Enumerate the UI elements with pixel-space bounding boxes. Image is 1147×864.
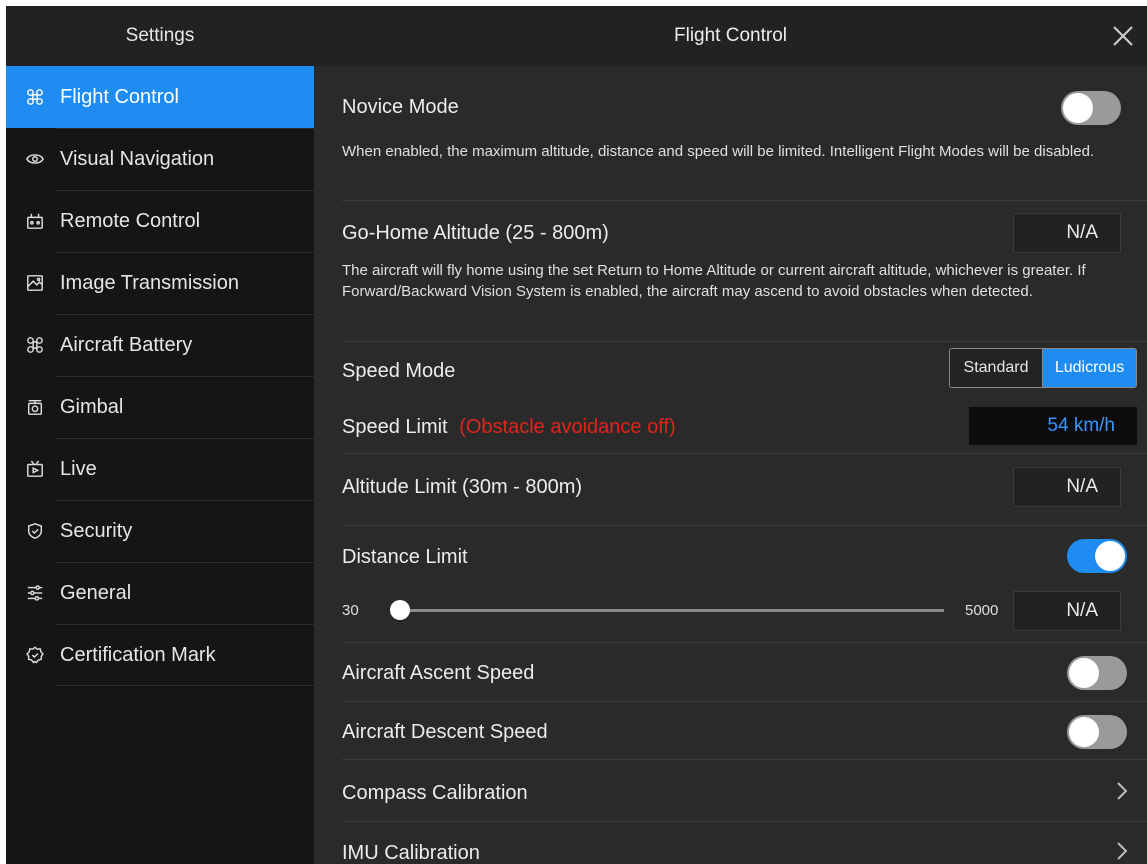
sidebar-item-label: Aircraft Battery [60,333,193,356]
sidebar-item-label: Remote Control [60,209,201,232]
close-icon [1113,26,1133,46]
image-icon [24,272,46,294]
speed-mode-segmented-control: Standard Ludicrous [949,348,1137,388]
distance-limit-label: Distance Limit [342,546,468,568]
go-home-altitude-description: The aircraft will fly home using the set… [342,262,1086,300]
live-tv-icon [24,458,46,480]
main-panel: Flight Control Novice Mode When enabled,… [314,6,1147,864]
distance-limit-toggle[interactable] [1067,539,1127,573]
sidebar-item-label: Visual Navigation [60,147,215,170]
descent-speed-label: Aircraft Descent Speed [342,721,548,743]
novice-mode-toggle[interactable] [1061,91,1121,125]
drone-icon [24,86,46,108]
distance-limit-input[interactable]: N/A [1013,591,1121,631]
sidebar-item-image-transmission[interactable]: Image Transmission [6,252,314,314]
speed-limit-label: Speed Limit [342,416,448,438]
distance-slider-handle[interactable] [390,600,410,620]
sidebar-item-security[interactable]: Security [6,500,314,562]
page-title: Flight Control [314,6,1147,66]
chevron-right-icon[interactable] [1113,839,1131,863]
speed-limit-value: 54 km/h [969,407,1137,445]
shield-icon [24,520,46,542]
remote-icon [24,210,46,232]
novice-mode-description: When enabled, the maximum altitude, dist… [342,143,1095,160]
altitude-limit-input[interactable]: N/A [1013,467,1121,507]
sidebar-item-flight-control[interactable]: Flight Control [6,66,314,128]
ascent-speed-label: Aircraft Ascent Speed [342,662,535,684]
descent-speed-toggle[interactable] [1067,715,1127,749]
sidebar-item-label: Gimbal [60,395,124,418]
go-home-altitude-input[interactable]: N/A [1013,213,1121,253]
battery-drone-icon [24,334,46,356]
sidebar-item-label: General [60,581,132,604]
sidebar-item-certification-mark[interactable]: Certification Mark [6,624,314,686]
sidebar-item-remote-control[interactable]: Remote Control [6,190,314,252]
sidebar-item-label: Image Transmission [60,271,239,294]
sidebar-item-label: Flight Control [60,85,179,108]
novice-mode-label: Novice Mode [342,96,459,118]
sidebar-item-aircraft-battery[interactable]: Aircraft Battery [6,314,314,376]
settings-window: Settings Flight Control Visual Navigatio… [6,6,1147,864]
sidebar-title: Settings [6,6,314,66]
sidebar-item-visual-navigation[interactable]: Visual Navigation [6,128,314,190]
distance-slider-track[interactable] [398,609,944,612]
sidebar-item-gimbal[interactable]: Gimbal [6,376,314,438]
close-button[interactable] [1109,22,1137,50]
chevron-right-icon[interactable] [1113,779,1131,803]
distance-min-label: 30 [342,602,359,619]
sliders-icon [24,582,46,604]
obstacle-avoidance-warning: (Obstacle avoidance off) [459,416,676,438]
go-home-altitude-label: Go-Home Altitude (25 - 800m) [342,222,609,244]
imu-calibration-label: IMU Calibration [342,842,480,864]
sidebar-item-label: Certification Mark [60,643,216,666]
badge-icon [24,644,46,666]
speed-mode-label: Speed Mode [342,360,456,382]
speed-mode-standard[interactable]: Standard [950,349,1043,387]
sidebar-item-live[interactable]: Live [6,438,314,500]
camera-icon [24,396,46,418]
sidebar-item-label: Live [60,457,97,480]
compass-calibration-label: Compass Calibration [342,782,528,804]
eye-icon [24,148,46,170]
speed-limit-row: Speed Limit (Obstacle avoidance off) [342,416,676,439]
sidebar-item-general[interactable]: General [6,562,314,624]
sidebar-item-label: Security [60,519,133,542]
sidebar: Settings Flight Control Visual Navigatio… [6,6,314,864]
altitude-limit-label: Altitude Limit (30m - 800m) [342,476,583,498]
distance-max-label: 5000 [965,602,999,619]
ascent-speed-toggle[interactable] [1067,656,1127,690]
speed-mode-ludicrous[interactable]: Ludicrous [1043,349,1136,387]
